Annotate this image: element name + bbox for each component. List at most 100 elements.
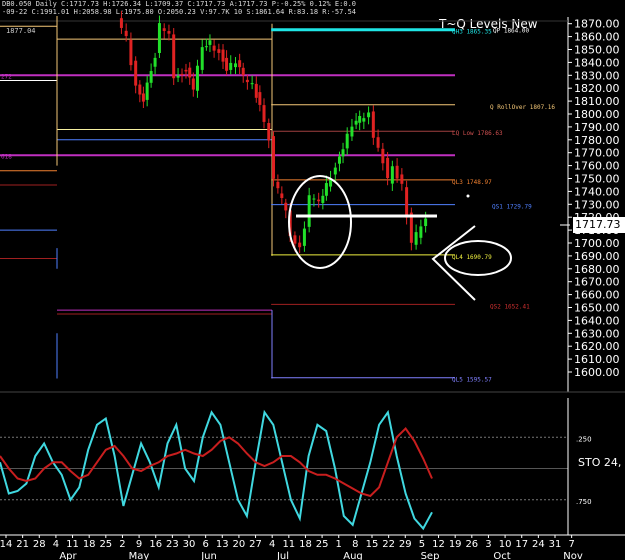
x-tick-label: 22: [382, 539, 395, 550]
price-tick-label: 1650.00: [574, 302, 620, 315]
candle-body: [424, 218, 428, 227]
candle-body: [324, 183, 328, 196]
price-tick-label: 1680.00: [574, 263, 620, 276]
x-tick-label: 4: [269, 539, 275, 550]
candle-body: [350, 126, 354, 137]
candle-body: [333, 167, 337, 175]
candle-body: [358, 116, 362, 123]
candle-body: [217, 49, 221, 53]
candle-body: [208, 40, 212, 45]
x-tick-label: 30: [183, 539, 196, 550]
level-label: QS2 1652.41: [490, 303, 530, 310]
sto-series-fast: [0, 409, 433, 531]
price-tick-label: 1610.00: [574, 353, 620, 366]
candle-body: [371, 111, 375, 138]
level-label: QS1 1729.79: [492, 204, 532, 211]
candle-body: [400, 174, 404, 184]
candle-body: [149, 71, 153, 83]
candle-body: [134, 60, 138, 86]
price-tick-label: 1760.00: [574, 160, 620, 173]
x-tick-label: 28: [33, 539, 46, 550]
candle-body: [241, 67, 245, 76]
candle-body: [191, 78, 195, 90]
x-tick-label: 24: [532, 539, 545, 550]
candle-body: [254, 83, 258, 98]
price-tick-label: 1690.00: [574, 250, 620, 263]
price-tick-label: 1620.00: [574, 340, 620, 353]
x-tick-label: 11: [66, 539, 79, 550]
candle-body: [419, 226, 423, 238]
candle-body: [162, 28, 166, 31]
candle-body: [225, 57, 229, 71]
candle-body: [341, 149, 345, 157]
candle-body: [221, 49, 225, 62]
x-tick-label: 23: [166, 539, 179, 550]
candle-body: [167, 31, 171, 34]
candle-body: [180, 73, 184, 76]
x-month-label: Sep: [421, 551, 440, 560]
x-tick-label: 17: [515, 539, 528, 550]
candle-body: [238, 60, 242, 68]
price-tick-label: 1700.00: [574, 237, 620, 250]
candle-body: [345, 133, 349, 149]
x-tick-label: 12: [432, 539, 445, 550]
candle-body: [298, 242, 302, 248]
x-tick-label: 13: [216, 539, 229, 550]
candle-body: [184, 69, 188, 72]
sto-tick-label: .750: [576, 498, 592, 506]
price-tick-label: 1850.00: [574, 44, 620, 57]
candle-body: [362, 118, 366, 122]
candle-body: [284, 202, 288, 211]
x-tick-label: 14: [0, 539, 12, 550]
candle-body: [293, 235, 297, 244]
level-label: QL5 1595.57: [452, 377, 492, 384]
price-tick-label: 1860.00: [574, 31, 620, 44]
candle-body: [395, 165, 399, 179]
price-tick-label: 1670.00: [574, 276, 620, 289]
candle-body: [204, 46, 208, 48]
x-month-label: Apr: [59, 551, 77, 560]
candle-body: [321, 195, 325, 203]
candle-body: [145, 82, 149, 100]
candle-body: [157, 23, 161, 53]
price-tick-label: 1820.00: [574, 82, 620, 95]
x-tick-label: 25: [99, 539, 112, 550]
last-price-badge: 1717.73: [573, 217, 625, 233]
x-tick-label: 26: [465, 539, 478, 550]
candle-body: [172, 34, 176, 79]
candle-body: [138, 84, 142, 95]
candle-body: [188, 67, 192, 78]
x-month-label: Oct: [493, 551, 510, 560]
x-month-label: Nov: [563, 551, 583, 560]
x-tick-label: 27: [249, 539, 262, 550]
x-tick-label: 6: [202, 539, 208, 550]
candle-body: [176, 75, 180, 78]
candle-body: [250, 83, 254, 85]
price-tick-label: 1790.00: [574, 121, 620, 134]
annotation-dot: [466, 194, 470, 198]
chart-window: { "header": { "line1": "DB0.050 Daily C:…: [0, 0, 625, 560]
candle-body: [367, 112, 371, 118]
level-label: QL4 1690.79: [452, 254, 492, 261]
level-label: QL3 1748.97: [452, 179, 492, 186]
x-tick-label: 18: [299, 539, 312, 550]
candle-body: [376, 137, 380, 148]
candle-body: [354, 120, 358, 125]
price-tick-label: 1640.00: [574, 314, 620, 327]
candle-body: [381, 148, 385, 164]
x-month-label: May: [129, 551, 150, 560]
price-tick-label: 1630.00: [574, 327, 620, 340]
level-label: QP 1864.00: [493, 27, 530, 34]
candle-body: [337, 156, 341, 164]
candle-body: [212, 45, 216, 51]
x-month-label: Jul: [276, 551, 289, 560]
price-tick-label: 1810.00: [574, 95, 620, 108]
candle-body: [200, 47, 204, 70]
candle-body: [312, 198, 316, 200]
price-tick-label: 1770.00: [574, 147, 620, 160]
candle-body: [129, 39, 133, 66]
candle-body: [267, 123, 271, 141]
level-label: LQ Low 1786.63: [452, 130, 503, 137]
price-tick-label: 1870.00: [574, 18, 620, 31]
candle-body: [245, 79, 249, 83]
